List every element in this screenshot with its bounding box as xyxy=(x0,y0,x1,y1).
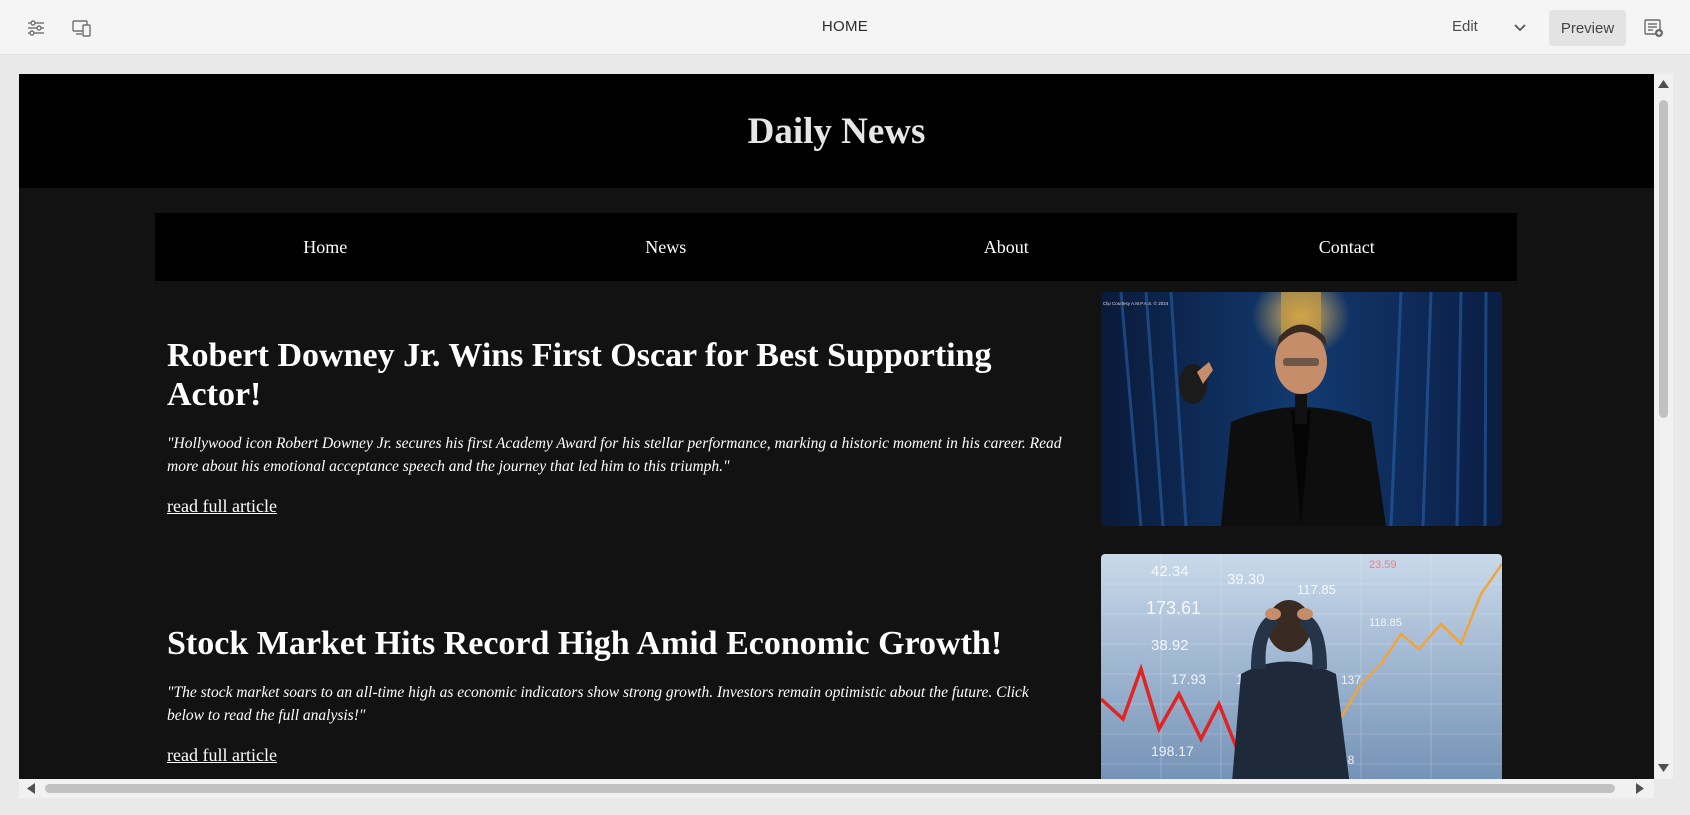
svg-text:118.85: 118.85 xyxy=(1369,617,1402,629)
svg-text:117.85: 117.85 xyxy=(1297,582,1336,597)
scroll-up-icon[interactable] xyxy=(1658,80,1669,88)
chevron-down-icon[interactable] xyxy=(1508,16,1532,40)
image-caption: Clip Courtesy A.M.P.A.S. © 2024 xyxy=(1103,300,1169,306)
site-title: Daily News xyxy=(747,110,926,152)
vertical-scrollbar[interactable] xyxy=(1654,74,1673,779)
article-text: Robert Downey Jr. Wins First Oscar for B… xyxy=(167,336,1067,517)
page-viewport[interactable]: Daily News Home News About Contact Rober… xyxy=(19,74,1654,779)
svg-text:23.59: 23.59 xyxy=(1369,559,1397,571)
scroll-right-icon[interactable] xyxy=(1636,783,1644,794)
horizontal-scrollbar[interactable] xyxy=(19,779,1654,798)
article-title: Robert Downey Jr. Wins First Oscar for B… xyxy=(167,337,992,413)
nav-item-news[interactable]: News xyxy=(496,213,837,281)
scroll-left-icon[interactable] xyxy=(27,783,35,794)
svg-text:17.93: 17.93 xyxy=(1171,671,1206,687)
editor-toolbar: HOME Edit Preview xyxy=(0,0,1690,55)
site-header: Daily News xyxy=(19,74,1654,188)
scroll-down-icon[interactable] xyxy=(1658,764,1669,772)
horizontal-scroll-thumb[interactable] xyxy=(45,784,1615,793)
svg-text:198.17: 198.17 xyxy=(1151,743,1194,759)
article-text: Stock Market Hits Record High Amid Econo… xyxy=(167,624,1067,766)
article-image-oscar: Clip Courtesy A.M.P.A.S. © 2024 xyxy=(1101,292,1502,526)
svg-text:173.61: 173.61 xyxy=(1146,598,1201,618)
svg-text:38.92: 38.92 xyxy=(1151,637,1189,654)
edit-mode-button[interactable]: Edit xyxy=(1452,18,1478,35)
svg-text:42.34: 42.34 xyxy=(1151,563,1189,580)
page-info-icon[interactable] xyxy=(1640,14,1668,42)
nav-item-home[interactable]: Home xyxy=(155,213,496,281)
read-full-article-link[interactable]: read full article xyxy=(167,496,277,517)
preview-button[interactable]: Preview xyxy=(1549,10,1626,46)
article-summary: "Hollywood icon Robert Downey Jr. secure… xyxy=(167,435,1062,475)
article-title: Stock Market Hits Record High Amid Econo… xyxy=(167,625,1003,662)
article-image-stock-market: 42.34 39.30 117.85 23.59 173.61 38.92 17… xyxy=(1101,554,1502,779)
svg-text:39.30: 39.30 xyxy=(1227,571,1265,588)
svg-text:137: 137 xyxy=(1341,673,1361,687)
page-title: HOME xyxy=(821,18,869,35)
vertical-scroll-thumb[interactable] xyxy=(1659,100,1668,418)
article-summary: "The stock market soars to an all-time h… xyxy=(167,684,1029,724)
site-nav: Home News About Contact xyxy=(155,213,1517,281)
read-full-article-link[interactable]: read full article xyxy=(167,745,277,766)
preview-frame: Daily News Home News About Contact Rober… xyxy=(19,74,1673,798)
nav-item-about[interactable]: About xyxy=(836,213,1177,281)
nav-item-contact[interactable]: Contact xyxy=(1177,213,1518,281)
